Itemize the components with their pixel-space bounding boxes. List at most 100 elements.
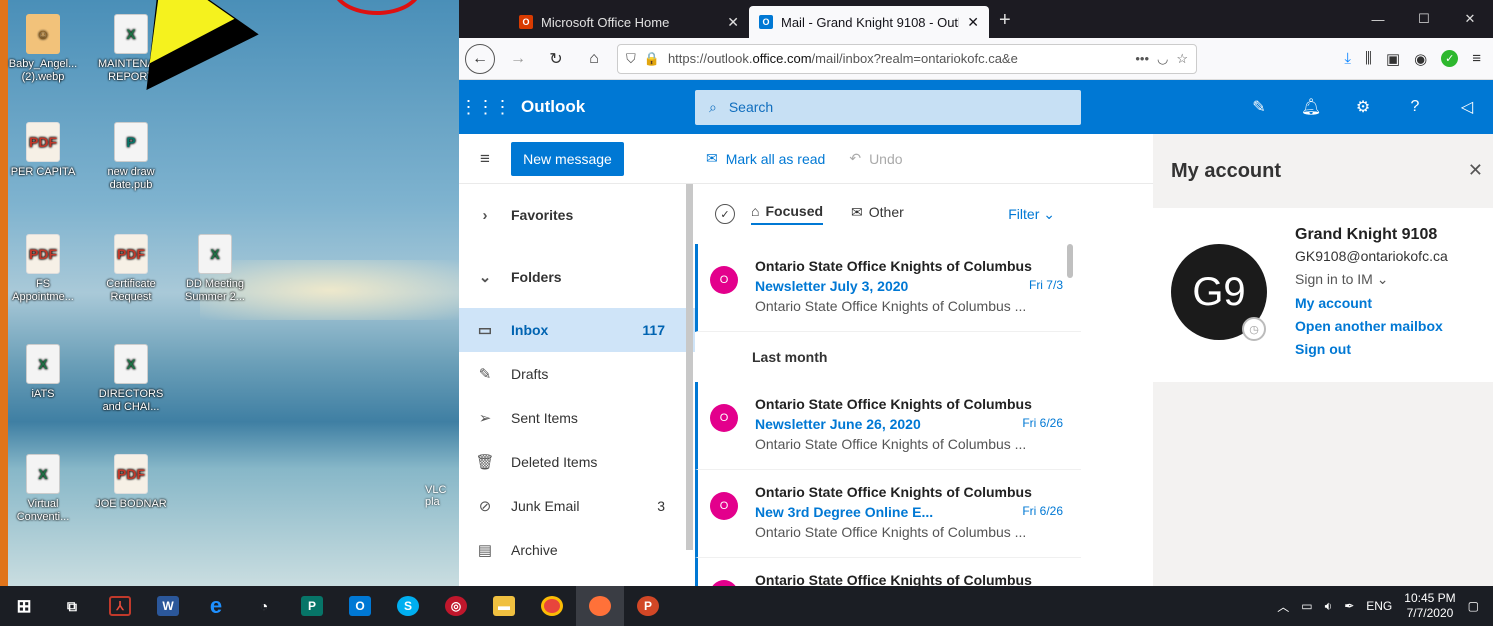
pen-icon[interactable]: ✒ [1344,599,1354,613]
outlook-brand[interactable]: Outlook [511,97,695,117]
maximize-icon[interactable]: ☐ [1401,0,1447,38]
task-view-icon[interactable]: ⧉ [48,586,96,626]
skype-icon[interactable]: S [384,586,432,626]
outlook-app-icon[interactable]: O [336,586,384,626]
chrome-icon[interactable] [528,586,576,626]
new-message-button[interactable]: New message [511,141,624,176]
library-icon[interactable]: ⫼ [1365,50,1372,68]
screen-recorder-icon[interactable]: ◎ [432,586,480,626]
desktop-icon-joe-bodnar[interactable]: PDF JOE BODNAR [92,454,170,511]
page-actions-icon[interactable]: ••• [1135,51,1149,66]
nav-item-deleted[interactable]: 🗑 Deleted Items [459,440,695,484]
tab-office-home[interactable]: O Microsoft Office Home ✕ [509,6,749,38]
message-sender: Ontario State Office Knights of Columbus [755,572,1032,586]
acrobat-icon[interactable]: ⅄ [96,586,144,626]
desktop-icon-baby-angel[interactable]: ☺ Baby_Angel... (2).webp [4,14,82,84]
my-day-icon[interactable]: ✎ [1233,97,1285,117]
home-icon[interactable]: ⌂ [579,44,609,74]
feedback-icon[interactable]: ◁ [1441,97,1493,117]
close-tab-icon[interactable]: ✕ [727,14,739,31]
sign-out-link[interactable]: Sign out [1295,341,1448,357]
desktop-icon-virtual-convention[interactable]: X Virtual Conventi... [4,454,82,524]
photos-icon[interactable]: ◔ [240,586,288,626]
minimize-icon[interactable]: — [1355,0,1401,38]
notifications-icon[interactable]: ▢ [1468,599,1479,613]
network-icon[interactable]: ▭ [1301,599,1312,613]
tab-other[interactable]: ✉ Other [851,204,904,225]
edge-icon[interactable]: e [192,586,240,626]
message-preview: Ontario State Office Knights of Columbus… [755,298,1027,314]
sign-in-im-dropdown[interactable]: Sign in to IM ⌄ [1295,271,1448,288]
nav-item-drafts[interactable]: ✎ Drafts [459,352,695,396]
mark-all-read-button[interactable]: ✉ Mark all as read [706,150,825,167]
chevron-up-icon[interactable]: ︿ [1277,598,1289,615]
my-account-link[interactable]: My account [1295,295,1448,311]
message-item[interactable]: O Ontario State Office Knights of Columb… [695,244,1081,332]
bookmark-star-icon[interactable]: ☆ [1176,51,1188,67]
office-icon: O [519,15,533,29]
desktop-icon-vlc[interactable]: VLC pla [425,484,459,508]
select-all-check-icon[interactable]: ✓ [715,204,735,224]
desktop-icon-per-capita[interactable]: PDF PER CAPITA [4,122,82,179]
account-icon[interactable]: ◉ [1414,50,1427,68]
tab-outlook-mail[interactable]: O Mail - Grand Knight 9108 - Outl ✕ [749,6,989,38]
volume-icon[interactable]: 🔉︎ [1325,599,1333,614]
url-text[interactable]: https://outlook.office.com/mail/inbox?re… [668,51,1127,66]
powerpoint-icon[interactable]: P [624,586,672,626]
desktop-icon-directors[interactable]: X DIRECTORS and CHAI... [92,344,170,414]
tab-strip: O Microsoft Office Home ✕ O Mail - Grand… [459,0,1493,38]
nav-item-label: Sent Items [511,410,578,426]
close-window-icon[interactable]: ✕ [1447,0,1493,38]
back-icon[interactable]: ← [465,43,495,74]
desktop-icon-new-draw-date[interactable]: P new draw date.pub [92,122,170,192]
nav-item-sent[interactable]: ➢ Sent Items [459,396,695,440]
language-indicator[interactable]: ENG [1366,599,1392,613]
firefox-icon[interactable] [576,586,624,626]
message-item[interactable]: O Ontario State Office Knights of Columb… [695,470,1081,558]
gear-icon[interactable]: ⚙ [1337,97,1389,117]
publisher-icon[interactable]: P [288,586,336,626]
desktop-icon-certificate-request[interactable]: PDF Certificate Request [92,234,170,304]
close-tab-icon[interactable]: ✕ [967,14,979,31]
nav-favorites[interactable]: › Favorites [459,184,695,246]
pocket-icon[interactable]: ◡ [1157,51,1168,67]
folder-scrollbar[interactable] [686,184,693,550]
menu-icon[interactable]: ≡ [1472,50,1481,68]
new-tab-button[interactable]: + [989,9,1021,38]
undo-button[interactable]: ↶ Undo [849,150,902,167]
message-item[interactable]: O Ontario State Office Knights of Columb… [695,558,1081,586]
forward-icon[interactable]: → [503,44,533,74]
app-launcher-icon[interactable]: ⋮⋮⋮ [459,97,512,118]
reload-icon[interactable]: ↻ [541,44,571,74]
open-another-mailbox-link[interactable]: Open another mailbox [1295,318,1448,334]
desktop-icon-fs-appointment[interactable]: PDF FS Appointme... [4,234,82,304]
nav-item-junk[interactable]: ⊘ Junk Email 3 [459,484,695,528]
extension-check-icon[interactable]: ✓ [1441,49,1459,67]
clock[interactable]: 10:45 PM 7/7/2020 [1404,591,1455,621]
bell-icon[interactable]: 🔔︎ [1285,97,1337,117]
filter-button[interactable]: Filter ⌄ [1008,206,1055,223]
sidebar-icon[interactable]: ▣ [1386,50,1400,68]
nav-item-inbox[interactable]: ▭ Inbox 117 [459,308,695,352]
windows-start-icon[interactable]: ⊞ [0,586,48,626]
chevron-down-icon: ⌄ [478,269,492,286]
url-bar[interactable]: ⛉ 🔒 https://outlook.office.com/mail/inbo… [617,43,1197,74]
archive-icon: ▤ [477,542,493,559]
word-icon[interactable]: W [144,586,192,626]
download-icon[interactable]: ⤓ [1344,50,1351,68]
tab-focused[interactable]: ⌂ Focused [751,203,824,225]
help-icon[interactable]: ? [1389,98,1441,116]
panel-header: My account ✕ [1153,134,1493,208]
desktop-icon-dd-meeting[interactable]: X DD Meeting Summer 2... [176,234,254,304]
desktop-icon-iats[interactable]: X iATS [4,344,82,401]
hamburger-icon[interactable]: ≡ [459,149,511,169]
close-icon[interactable]: ✕ [1468,160,1483,181]
file-explorer-icon[interactable]: ▬ [480,586,528,626]
message-list-scrollbar[interactable] [1067,244,1073,278]
message-item[interactable]: O Ontario State Office Knights of Columb… [695,382,1081,470]
search-box[interactable]: ⌕ Search [695,89,1081,125]
nav-folders[interactable]: ⌄ Folders [459,246,695,308]
nav-item-archive[interactable]: ▤ Archive [459,528,695,572]
shield-icon[interactable]: ⛉ [626,51,636,67]
desktop-icon-label: new draw date.pub [107,166,155,191]
